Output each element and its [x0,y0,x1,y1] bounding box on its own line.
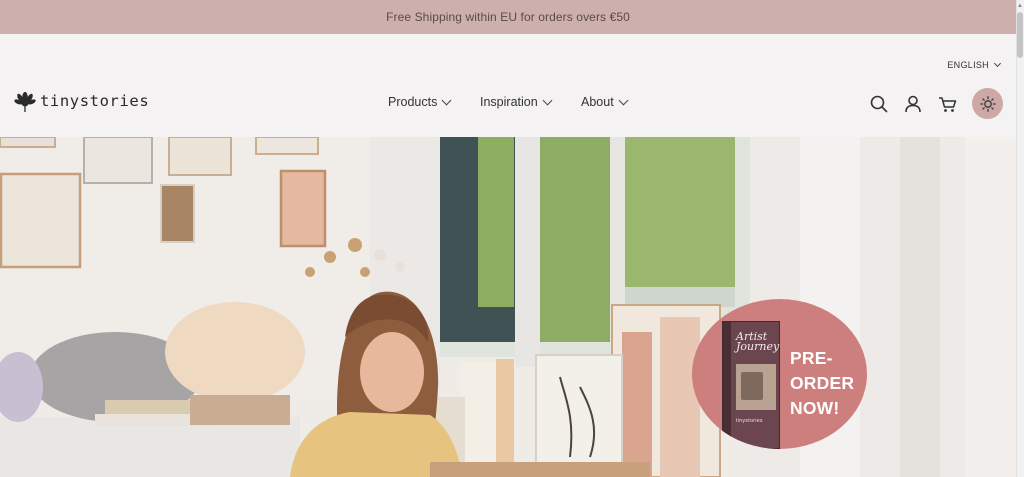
language-label: ENGLISH [947,60,989,70]
scrollbar-thumb[interactable] [1017,12,1023,58]
header-icons [868,88,1003,119]
account-button[interactable] [902,93,924,115]
site-header: ENGLISH tinystories Products Inspiration… [0,34,1016,137]
book-cover-image-detail [741,372,763,400]
flower-logo-icon [14,91,36,112]
logo-text: tinystories [40,92,150,110]
scrollbar[interactable]: ▲ [1016,0,1024,477]
nav-item-about[interactable]: About [581,95,629,109]
chevron-down-icon [993,59,1002,68]
nav-item-inspiration[interactable]: Inspiration [480,95,581,109]
scroll-up-arrow-icon[interactable]: ▲ [1017,2,1023,10]
pre-order-text: PRE-ORDER NOW! [790,348,855,418]
chevron-down-icon [441,95,452,105]
hero-photo [0,137,1016,477]
logo[interactable]: tinystories [14,89,149,113]
nav-item-label: Products [388,95,438,109]
book-spine [723,322,731,448]
cart-icon [938,96,956,112]
chevron-down-icon [542,95,553,105]
search-button[interactable] [868,93,890,115]
cart-button[interactable] [936,93,958,115]
announcement-text: Free Shipping within EU for orders overs… [386,10,630,24]
search-icon [870,95,888,112]
pre-order-badge[interactable]: Artist Journey tinystories PRE-ORDER NOW… [692,299,867,449]
nav-item-label: About [581,95,614,109]
sun-icon [979,95,996,112]
nav-item-products[interactable]: Products [388,95,480,109]
main-nav: Products Inspiration About [388,95,629,109]
account-icon [905,95,921,112]
book-cover: Artist Journey tinystories [722,321,780,449]
chevron-down-icon [618,95,629,105]
book-title: Artist Journey [736,330,780,353]
hero-image: Artist Journey tinystories PRE-ORDER NOW… [0,137,1016,477]
nav-item-label: Inspiration [480,95,538,109]
page: Free Shipping within EU for orders overs… [0,0,1024,477]
book-subtitle: tinystories [736,418,763,424]
language-selector[interactable]: ENGLISH [947,59,1002,70]
announcement-bar: Free Shipping within EU for orders overs… [0,0,1016,34]
theme-toggle-button[interactable] [972,88,1003,119]
